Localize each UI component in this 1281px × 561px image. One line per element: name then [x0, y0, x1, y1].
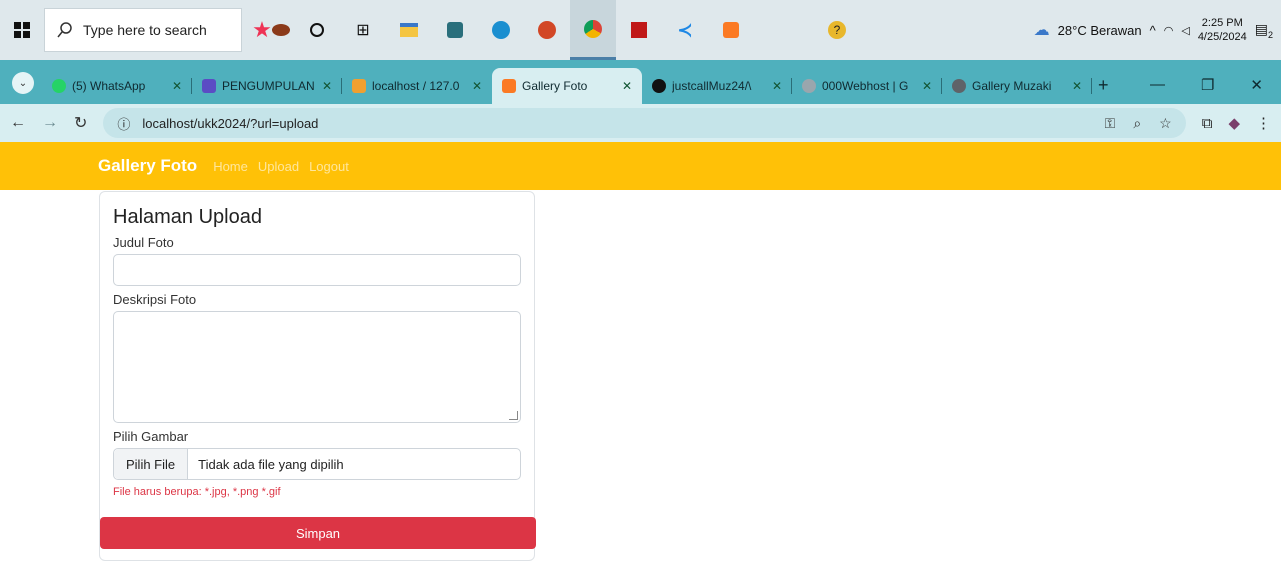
- profile-icon[interactable]: ◆: [1228, 114, 1240, 132]
- notification-count: 2: [1267, 29, 1273, 40]
- notification-icon[interactable]: ▤2: [1255, 21, 1273, 40]
- tab-gallery-muzaki[interactable]: Gallery Muzaki ✕: [942, 68, 1092, 104]
- tab-pengumpulan[interactable]: PENGUMPULAN ✕: [192, 68, 342, 104]
- forward-arrow-icon[interactable]: →: [42, 114, 58, 132]
- weather-icon[interactable]: ☁: [1034, 20, 1050, 40]
- close-icon[interactable]: ✕: [172, 79, 182, 93]
- windows-logo-icon: [14, 22, 30, 38]
- url-input[interactable]: ⓘ localhost/ukk2024/?url=upload ⚿ ⌕ ☆: [103, 108, 1186, 138]
- file-explorer-icon[interactable]: [386, 0, 432, 60]
- vscode-icon[interactable]: ≺: [662, 0, 708, 60]
- browser-tabstrip: ⌄ (5) WhatsApp ✕ PENGUMPULAN ✕ localhost…: [0, 60, 1281, 104]
- tab-localhost[interactable]: localhost / 127.0 ✕: [342, 68, 492, 104]
- title-input[interactable]: [113, 254, 521, 286]
- webhost-icon: [802, 79, 816, 93]
- tab-label: justcallMuz24/\: [672, 79, 752, 93]
- store-icon[interactable]: [432, 0, 478, 60]
- task-view-icon[interactable]: ⊞: [340, 0, 386, 60]
- help-icon[interactable]: ?: [814, 0, 860, 60]
- powerpoint-icon[interactable]: [524, 0, 570, 60]
- cortana-icon[interactable]: [294, 0, 340, 60]
- description-label: Deskripsi Foto: [113, 292, 197, 307]
- url-text: localhost/ukk2024/?url=upload: [142, 115, 319, 131]
- windows-start-button[interactable]: [0, 0, 44, 60]
- tab-github[interactable]: justcallMuz24/\ ✕: [642, 68, 792, 104]
- tab-search-icon[interactable]: ⌄: [12, 72, 34, 94]
- reload-icon[interactable]: ↻: [74, 113, 87, 133]
- upload-card: Halaman Upload Judul Foto Deskripsi Foto…: [99, 191, 536, 561]
- mcafee-icon[interactable]: [616, 0, 662, 60]
- site-info-icon[interactable]: ⓘ: [117, 114, 130, 133]
- close-icon[interactable]: ✕: [772, 79, 782, 93]
- title-label: Judul Foto: [113, 235, 174, 250]
- xampp-icon[interactable]: [708, 0, 754, 60]
- github-icon: [652, 79, 666, 93]
- brand-link[interactable]: Gallery Foto: [98, 156, 197, 176]
- taskbar-search[interactable]: Type here to search: [44, 8, 242, 52]
- extensions-icon[interactable]: ⧉: [1202, 115, 1213, 132]
- speaker-icon[interactable]: ◁: [1181, 24, 1189, 37]
- tab-label: Gallery Muzaki: [972, 79, 1052, 93]
- zoom-icon[interactable]: ⌕: [1133, 115, 1141, 132]
- xampp-icon: [502, 79, 516, 93]
- tab-whatsapp[interactable]: (5) WhatsApp ✕: [42, 68, 192, 104]
- close-icon[interactable]: ✕: [922, 79, 932, 93]
- weather-text[interactable]: 28°C Berawan: [1058, 23, 1142, 38]
- tab-label: (5) WhatsApp: [72, 79, 146, 93]
- tab-gallery-foto[interactable]: Gallery Foto ✕: [492, 68, 642, 104]
- chevron-up-icon[interactable]: ^: [1150, 23, 1156, 38]
- minimize-icon[interactable]: —: [1150, 76, 1165, 94]
- phpmyadmin-icon: [352, 79, 366, 93]
- new-tab-icon[interactable]: +: [1098, 75, 1109, 96]
- file-label: Pilih Gambar: [113, 429, 189, 444]
- clock[interactable]: 2:25 PM 4/25/2024: [1198, 16, 1247, 44]
- file-input[interactable]: Pilih File Tidak ada file yang dipilih: [113, 448, 521, 480]
- address-bar-row: ← → ↻ ⓘ localhost/ukk2024/?url=upload ⚿ …: [0, 104, 1281, 142]
- time: 2:25 PM: [1201, 17, 1243, 29]
- nav-upload[interactable]: Upload: [258, 159, 299, 174]
- save-button[interactable]: Simpan: [100, 517, 536, 549]
- file-status: Tidak ada file yang dipilih: [198, 456, 344, 472]
- windows-taskbar: Type here to search ★ ⊞ ≺ ? ☁ 28°C Beraw…: [0, 0, 1281, 60]
- nav-home[interactable]: Home: [213, 159, 248, 174]
- star-icon[interactable]: ☆: [1159, 115, 1172, 132]
- site-navbar: Gallery Foto Home Upload Logout: [0, 142, 1281, 190]
- whatsapp-icon: [52, 79, 66, 93]
- tab-webhost[interactable]: 000Webhost | G ✕: [792, 68, 942, 104]
- nav-logout[interactable]: Logout: [309, 159, 349, 174]
- page-title: Halaman Upload: [113, 206, 262, 228]
- tab-label: PENGUMPULAN: [222, 79, 315, 93]
- file-hint: File harus berupa: *.jpg, *.png *.gif: [113, 486, 281, 498]
- restore-icon[interactable]: ❐: [1201, 76, 1214, 94]
- search-placeholder: Type here to search: [83, 22, 207, 38]
- menu-icon[interactable]: ⋮: [1256, 114, 1271, 132]
- edge-icon[interactable]: [478, 0, 524, 60]
- tab-label: Gallery Foto: [522, 79, 588, 93]
- tab-label: 000Webhost | G: [822, 79, 909, 93]
- tab-label: localhost / 127.0: [372, 79, 460, 93]
- globe-icon: [952, 79, 966, 93]
- close-window-icon[interactable]: ✕: [1250, 76, 1263, 94]
- choose-file-button[interactable]: Pilih File: [114, 449, 189, 479]
- forms-icon: [202, 79, 216, 93]
- wifi-icon[interactable]: ◠: [1164, 24, 1174, 37]
- close-icon[interactable]: ✕: [472, 79, 482, 93]
- date: 4/25/2024: [1197, 31, 1247, 43]
- close-icon[interactable]: ✕: [622, 79, 632, 93]
- back-arrow-icon[interactable]: ←: [10, 114, 26, 132]
- news-widget-icon[interactable]: ★: [248, 0, 294, 60]
- search-icon: [57, 22, 72, 38]
- description-textarea[interactable]: [113, 311, 521, 423]
- chrome-icon[interactable]: [570, 0, 616, 60]
- key-icon[interactable]: ⚿: [1105, 115, 1116, 132]
- close-icon[interactable]: ✕: [1072, 79, 1082, 93]
- close-icon[interactable]: ✕: [322, 79, 332, 93]
